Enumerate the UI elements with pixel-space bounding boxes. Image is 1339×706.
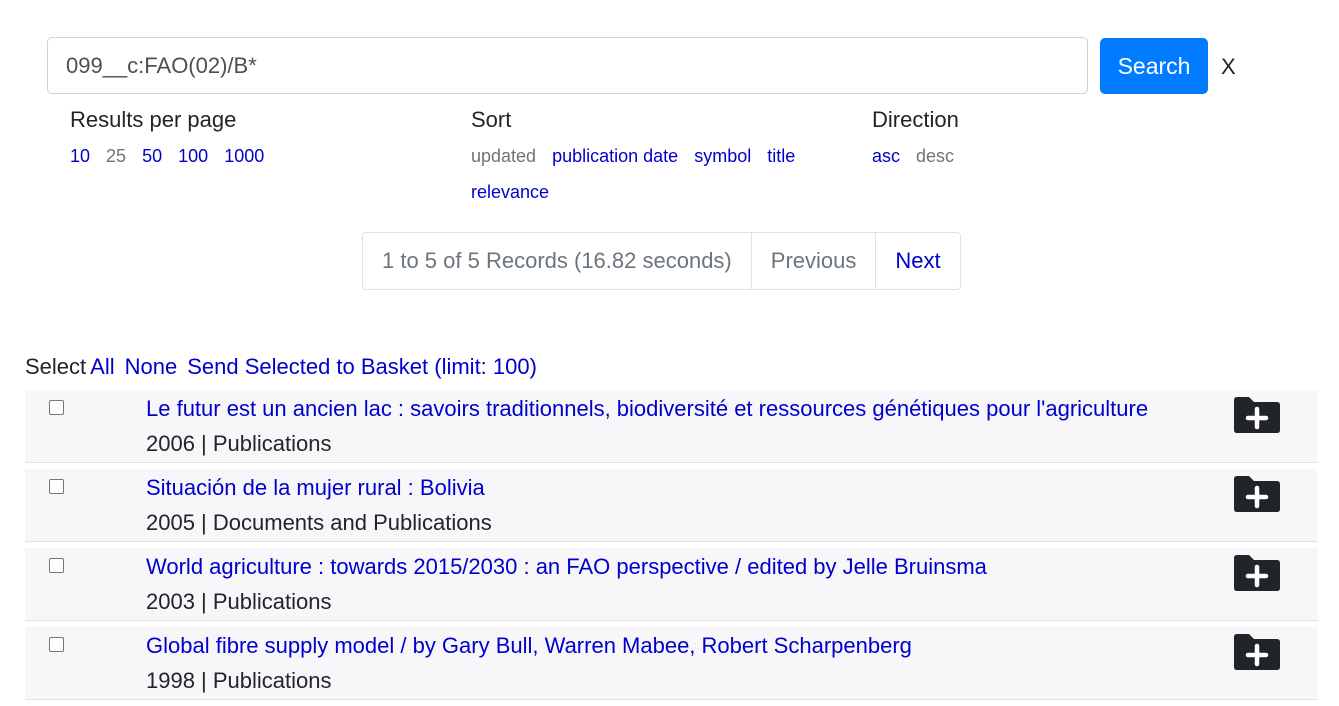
result-row: Le futur est un ancien lac : savoirs tra…	[25, 390, 1318, 463]
direction-options: asc desc	[872, 146, 965, 167]
sort-heading: Sort	[471, 107, 512, 132]
results-list: Le futur est un ancien lac : savoirs tra…	[25, 390, 1318, 706]
previous-page-button[interactable]: Previous	[750, 233, 876, 289]
result-title-link[interactable]: Le futur est un ancien lac : savoirs tra…	[146, 396, 1201, 422]
result-checkbox[interactable]	[49, 400, 64, 415]
add-to-basket-folder-plus-icon[interactable]	[1232, 554, 1281, 592]
result-row: Situación de la mujer rural : Bolivia 20…	[25, 469, 1318, 542]
result-meta: 2005 | Documents and Publications	[146, 510, 492, 535]
next-page-button[interactable]: Next	[875, 233, 959, 289]
result-meta: 2003 | Publications	[146, 589, 332, 614]
select-label: Select	[25, 354, 87, 379]
results-per-page-heading: Results per page	[70, 107, 237, 132]
result-meta: 1998 | Publications	[146, 668, 332, 693]
result-title-link[interactable]: Global fibre supply model / by Gary Bull…	[146, 633, 1201, 659]
result-row: World agriculture : towards 2015/2030 : …	[25, 548, 1318, 621]
clear-search-button[interactable]: X	[1221, 54, 1236, 80]
sort-symbol[interactable]: symbol	[694, 146, 751, 166]
sort-publication-date[interactable]: publication date	[552, 146, 678, 166]
sort-options: updated publication date symbol title	[471, 146, 806, 167]
add-to-basket-folder-plus-icon[interactable]	[1232, 633, 1281, 671]
search-input[interactable]	[47, 37, 1088, 94]
add-to-basket-folder-plus-icon[interactable]	[1232, 475, 1281, 513]
per-page-25-current: 25	[106, 146, 127, 166]
add-to-basket-folder-plus-icon[interactable]	[1232, 396, 1281, 434]
result-checkbox[interactable]	[49, 637, 64, 652]
sort-relevance[interactable]: relevance	[471, 182, 549, 202]
select-none-link[interactable]: None	[125, 354, 178, 379]
direction-asc[interactable]: asc	[872, 146, 900, 166]
results-per-page-options: 10 25 50 100 1000	[70, 146, 275, 167]
result-checkbox[interactable]	[49, 558, 64, 573]
sort-options-line-2: relevance	[471, 182, 560, 203]
search-button[interactable]: Search	[1100, 38, 1208, 94]
per-page-10[interactable]: 10	[70, 146, 90, 166]
record-count-summary: 1 to 5 of 5 Records (16.82 seconds)	[382, 248, 732, 273]
send-to-basket-link[interactable]: Send Selected to Basket (limit: 100)	[187, 354, 537, 379]
result-title-link[interactable]: World agriculture : towards 2015/2030 : …	[146, 554, 1201, 580]
per-page-50[interactable]: 50	[142, 146, 162, 166]
result-row: Global fibre supply model / by Gary Bull…	[25, 627, 1318, 700]
sort-title[interactable]: title	[767, 146, 795, 166]
select-all-link[interactable]: All	[90, 354, 114, 379]
sort-updated-current: updated	[471, 146, 537, 166]
result-meta: 2006 | Publications	[146, 431, 332, 456]
per-page-1000[interactable]: 1000	[224, 146, 264, 166]
pagination: 1 to 5 of 5 Records (16.82 seconds) Prev…	[362, 232, 961, 290]
per-page-100[interactable]: 100	[178, 146, 208, 166]
direction-desc-current: desc	[916, 146, 955, 166]
result-title-link[interactable]: Situación de la mujer rural : Bolivia	[146, 475, 1201, 501]
direction-heading: Direction	[872, 107, 959, 132]
result-checkbox[interactable]	[49, 479, 64, 494]
selection-bar: Select All None Send Selected to Basket (li…	[25, 354, 543, 380]
